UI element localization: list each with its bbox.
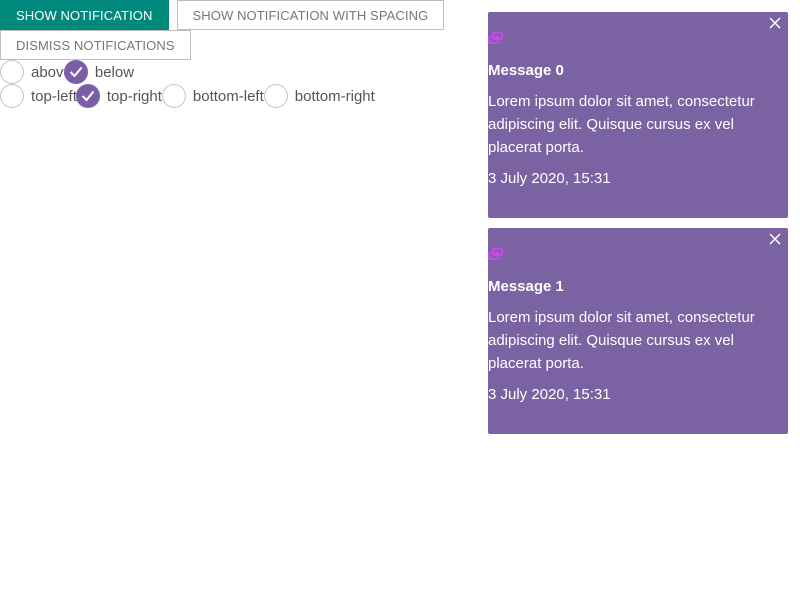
radio-circle[interactable]	[63, 60, 88, 84]
notification-card: Message 1 Lorem ipsum dolor sit amet, co…	[488, 228, 788, 434]
radio-circle[interactable]	[75, 84, 100, 108]
notification-title: Message 1	[488, 278, 564, 295]
dismiss-notifications-button[interactable]: Dismiss notifications	[0, 30, 191, 60]
radio-bottom-right[interactable]: bottom-right	[263, 84, 375, 108]
radio-label: top-left	[31, 87, 77, 105]
notification-timestamp: 3 July 2020, 15:31	[488, 386, 611, 403]
position-radio-group: top-left top-right bottom-left bottom-ri…	[0, 84, 470, 108]
notification-body: Lorem ipsum dolor sit amet, consectetur …	[488, 309, 755, 372]
radio-circle[interactable]	[0, 60, 24, 84]
close-icon[interactable]	[768, 16, 782, 30]
radio-label: top-right	[106, 87, 162, 105]
pin-icon[interactable]	[488, 32, 504, 46]
radio-label: bottom-right	[294, 87, 375, 105]
notification-card: Message 0 Lorem ipsum dolor sit amet, co…	[488, 12, 788, 218]
checkmark-icon	[81, 90, 95, 102]
notification-body: Lorem ipsum dolor sit amet, consectetur …	[488, 93, 755, 156]
radio-label: below	[94, 63, 135, 81]
radio-label: bottom-left	[192, 87, 264, 105]
checkmark-icon	[69, 66, 83, 78]
pin-icon[interactable]	[488, 248, 504, 262]
radio-below[interactable]: below	[63, 60, 135, 84]
radio-top-right[interactable]: top-right	[75, 84, 162, 108]
show-notification-button[interactable]: Show notification	[0, 0, 169, 30]
show-notification-with-spacing-button[interactable]: Show notification with spacing	[176, 0, 445, 30]
button-row: Show notification Show notification with…	[0, 0, 470, 60]
radio-top-left[interactable]: top-left	[0, 84, 77, 108]
close-icon[interactable]	[768, 232, 782, 246]
radio-circle[interactable]	[263, 84, 288, 108]
radio-circle[interactable]	[161, 84, 186, 108]
radio-circle[interactable]	[0, 84, 24, 108]
radio-bottom-left[interactable]: bottom-left	[161, 84, 264, 108]
notification-controls: Show notification Show notification with…	[0, 0, 470, 108]
vertical-radio-group: above below	[0, 60, 470, 84]
notification-timestamp: 3 July 2020, 15:31	[488, 170, 611, 187]
notification-title: Message 0	[488, 62, 564, 79]
radio-above[interactable]: above	[0, 60, 72, 84]
